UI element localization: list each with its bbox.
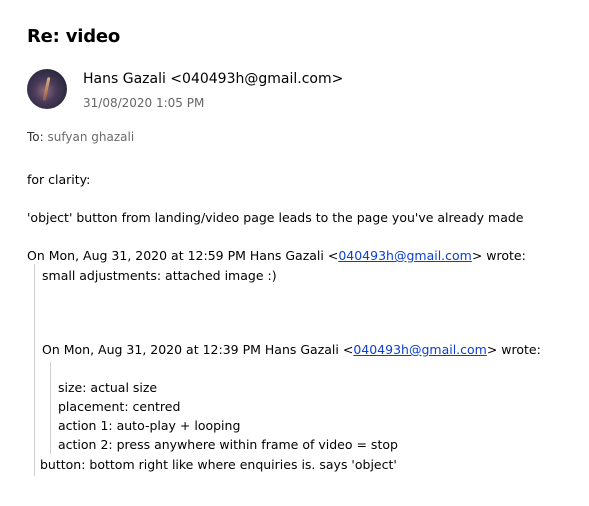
email-date: 31/08/2020 1:05 PM [83,96,205,110]
list-item: action 1: auto-play + looping [58,418,241,433]
email-link[interactable]: 040493h@gmail.com [353,342,487,357]
quote-suffix: > wrote: [486,342,541,357]
quoted-text: small adjustments: attached image :) [42,268,277,283]
list-item: action 2: press anywhere within frame of… [58,437,398,452]
sender-name[interactable]: Hans Gazali <040493h@gmail.com> [83,71,343,87]
recipient-name[interactable]: sufyan ghazali [48,130,135,144]
quote-bar [34,264,35,476]
list-item: size: actual size [58,380,158,395]
recipient-line: To: sufyan ghazali [27,130,134,144]
quote-suffix: > wrote: [471,248,526,263]
email-link[interactable]: 040493h@gmail.com [338,248,472,263]
avatar-image [42,76,51,102]
list-item: placement: centred [58,399,181,414]
email-subject: Re: video [27,26,121,47]
quote-header: On Mon, Aug 31, 2020 at 12:59 PM Hans Ga… [27,248,526,263]
quote-bar [50,362,51,454]
quote-prefix: On Mon, Aug 31, 2020 at 12:59 PM Hans Ga… [27,248,339,263]
body-line: for clarity: [27,172,91,187]
quote-header: On Mon, Aug 31, 2020 at 12:39 PM Hans Ga… [42,342,541,357]
sender-avatar[interactable] [27,69,67,109]
to-label: To: [27,130,44,144]
quote-prefix: On Mon, Aug 31, 2020 at 12:39 PM Hans Ga… [42,342,354,357]
body-line: 'object' button from landing/video page … [27,210,524,225]
body-line: button: bottom right like where enquirie… [40,457,397,472]
